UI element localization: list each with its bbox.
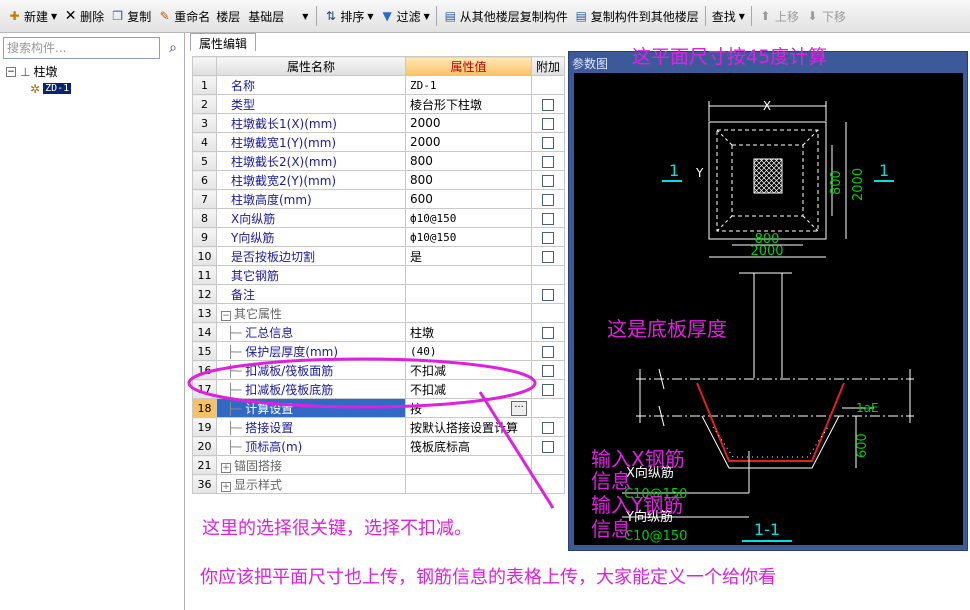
annotation-overlay — [187, 357, 555, 509]
highlight-ellipse — [187, 357, 537, 409]
annotation-yinput-2: 信息 — [591, 517, 631, 541]
highlight-arrow — [478, 391, 555, 509]
annotation-choice: 这里的选择很关键，选择不扣减。 — [202, 518, 472, 539]
annotation-top: 这平面尺寸按45度计算 — [632, 46, 828, 68]
annotation-bottom: 你应该把平面尺寸也上传，钢筋信息的表格上传，大家能定义一个给你看 — [200, 567, 776, 588]
annotation-slab: 这是底板厚度 — [607, 317, 727, 341]
